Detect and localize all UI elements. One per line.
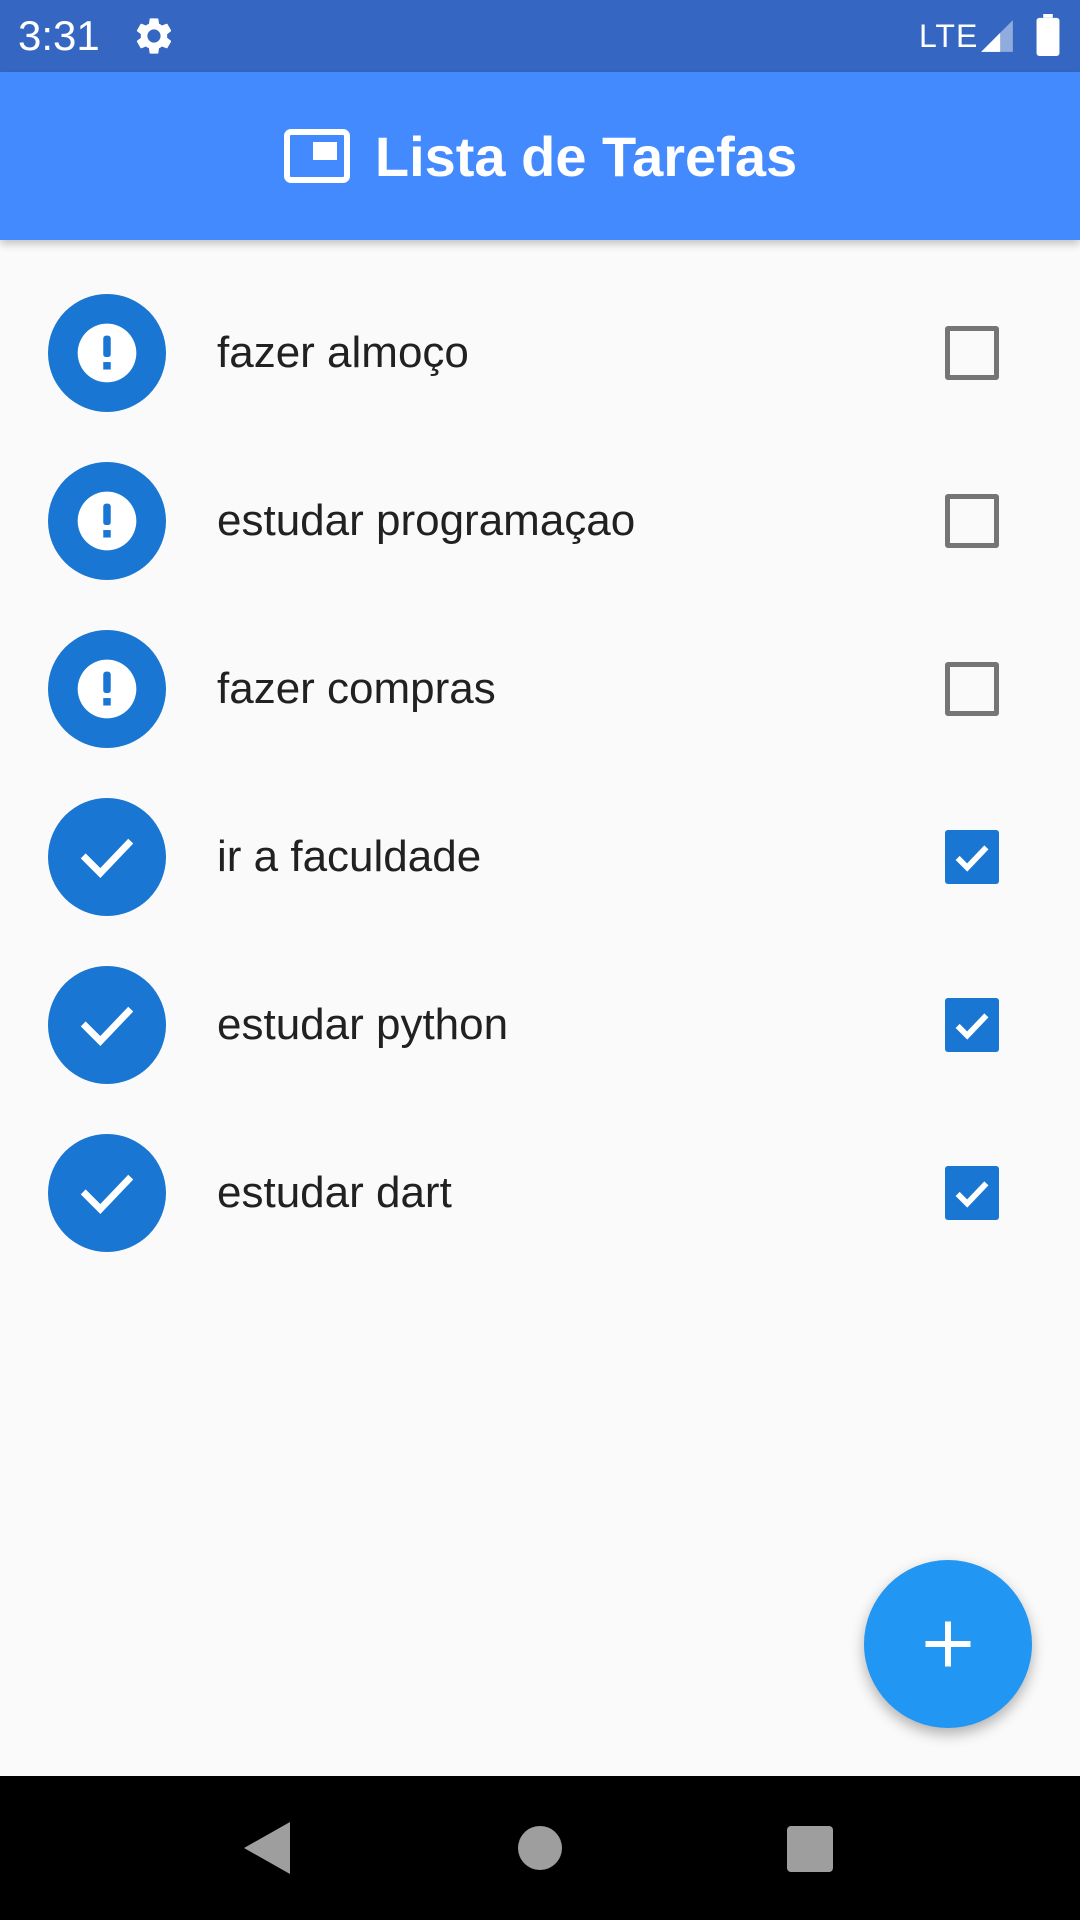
task-row[interactable]: estudar programaçao — [0, 437, 1080, 605]
exclamation-icon — [77, 491, 137, 551]
status-time: 3:31 — [18, 12, 100, 59]
task-label: ir a faculdade — [217, 832, 482, 881]
checkmark-icon — [955, 1013, 989, 1040]
task-status-avatar — [48, 630, 166, 748]
add-task-button[interactable] — [864, 1560, 1032, 1728]
task-status-avatar — [48, 798, 166, 916]
task-label: fazer almoço — [217, 328, 469, 377]
picture-in-picture-icon — [283, 129, 350, 183]
check-icon — [80, 1006, 134, 1046]
cellular-signal-icon — [981, 20, 1013, 52]
task-row[interactable]: ir a faculdade — [0, 773, 1080, 941]
task-status-avatar — [48, 462, 166, 580]
task-checkbox[interactable] — [945, 998, 999, 1052]
back-triangle-icon[interactable] — [244, 1822, 290, 1874]
exclamation-icon — [77, 323, 137, 383]
status-bar: 3:31 LTE — [0, 0, 1080, 72]
battery-icon — [1036, 14, 1060, 56]
task-status-avatar — [48, 966, 166, 1084]
task-status-avatar — [48, 294, 166, 412]
task-checkbox[interactable] — [945, 1166, 999, 1220]
task-status-avatar — [48, 1134, 166, 1252]
network-type: LTE — [919, 18, 979, 54]
home-circle-icon[interactable] — [518, 1826, 562, 1870]
task-list: fazer almoço estudar programaçao fazer c… — [0, 269, 1080, 1277]
task-label: fazer compras — [217, 664, 496, 713]
task-row[interactable]: estudar dart — [0, 1109, 1080, 1277]
recents-square-icon[interactable] — [787, 1826, 833, 1872]
task-checkbox[interactable] — [945, 494, 999, 548]
app-bar: Lista de Tarefas — [0, 72, 1080, 240]
task-label: estudar programaçao — [217, 496, 636, 545]
task-checkbox[interactable] — [945, 326, 999, 380]
checkmark-icon — [955, 1181, 989, 1208]
task-checkbox[interactable] — [945, 662, 999, 716]
checkmark-icon — [955, 845, 989, 872]
task-label: estudar dart — [217, 1168, 452, 1217]
task-row[interactable]: fazer almoço — [0, 269, 1080, 437]
system-nav-bar — [0, 1776, 1080, 1920]
page-title: Lista de Tarefas — [374, 124, 798, 188]
check-icon — [80, 1174, 134, 1214]
task-checkbox[interactable] — [945, 830, 999, 884]
task-label: estudar python — [217, 1000, 509, 1049]
plus-icon — [925, 1621, 971, 1667]
gear-icon — [136, 18, 172, 54]
check-icon — [80, 838, 134, 878]
task-row[interactable]: fazer compras — [0, 605, 1080, 773]
app-title-group: Lista de Tarefas — [0, 72, 1080, 240]
task-row[interactable]: estudar python — [0, 941, 1080, 1109]
exclamation-icon — [77, 659, 137, 719]
